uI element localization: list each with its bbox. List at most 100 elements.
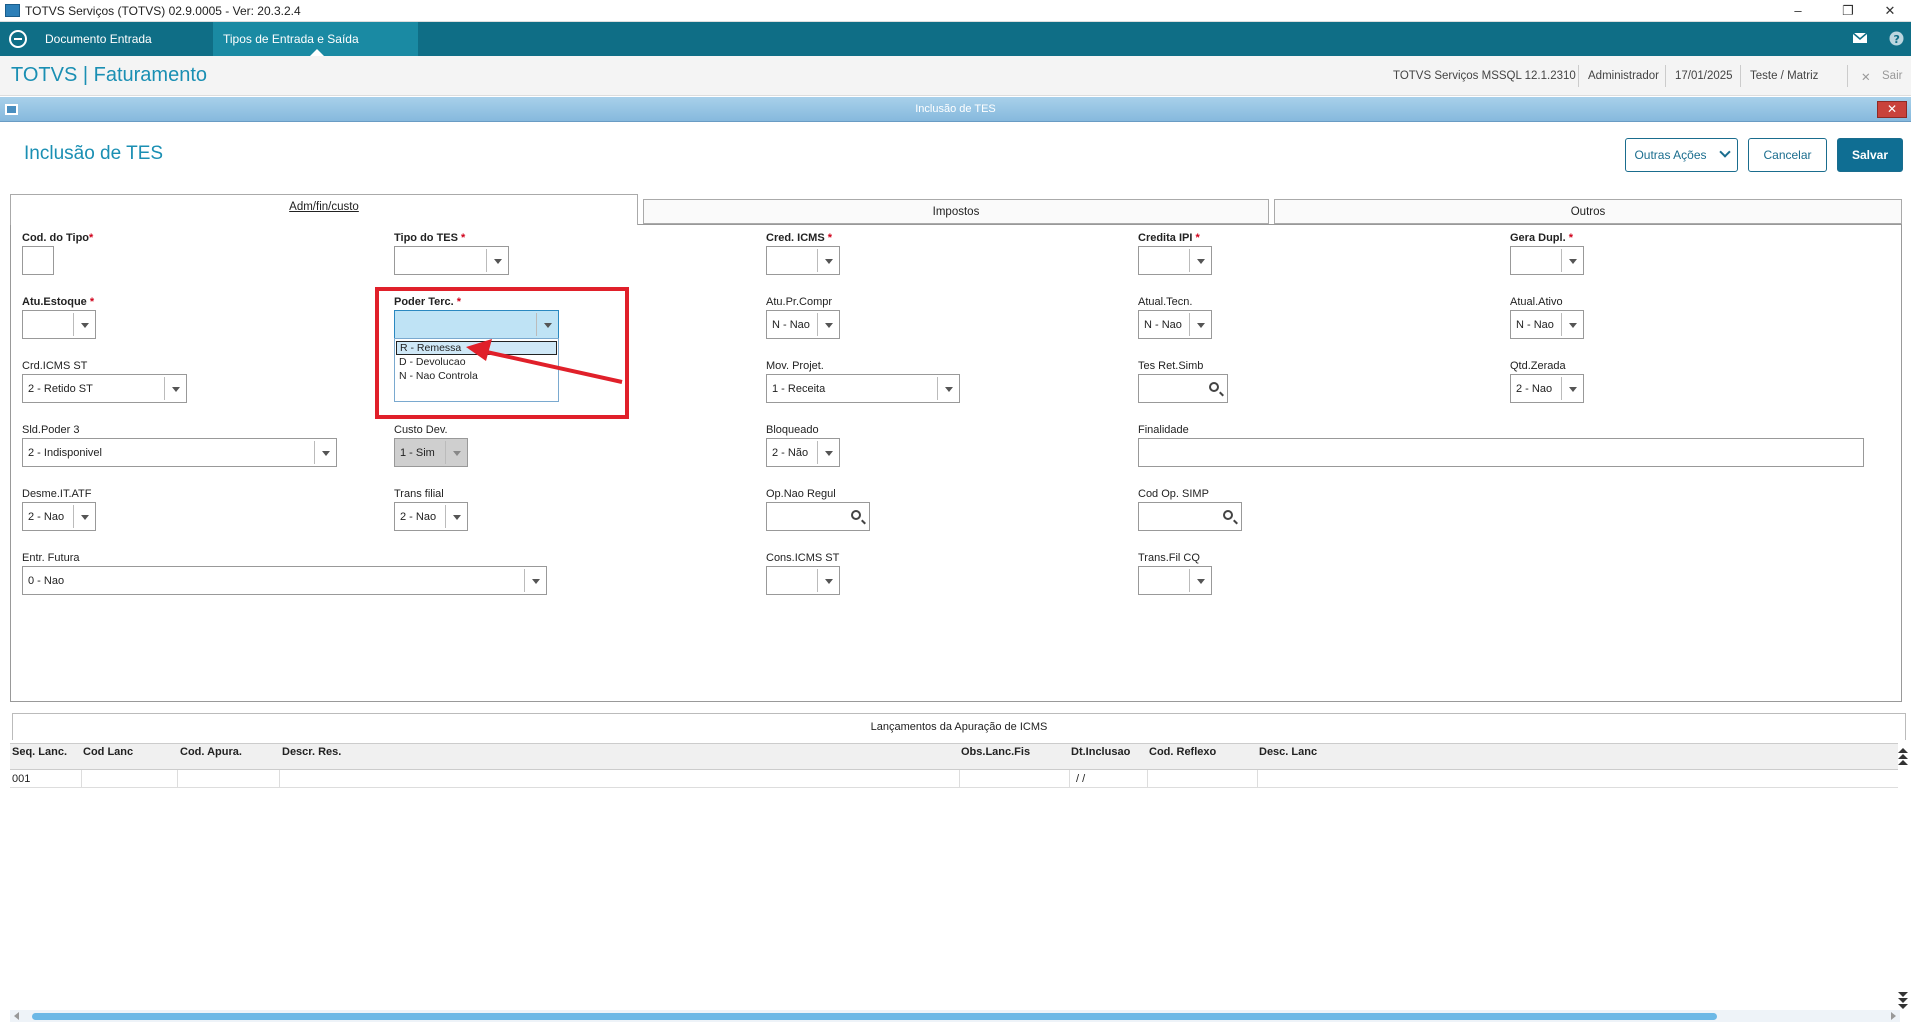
scroll-left-icon[interactable] [14,1012,19,1020]
op-nao-regul-input[interactable] [766,502,870,531]
cell-obs-lanc-fis[interactable] [960,770,1070,788]
help-icon[interactable]: ? [1889,31,1904,46]
tab-label: Adm/fin/custo [289,201,359,213]
cell-seq-lanc[interactable]: 001 [10,770,82,788]
save-button[interactable]: Salvar [1837,138,1903,172]
cod-tipo-input[interactable] [22,246,54,275]
col-desc-lanc[interactable]: Desc. Lanc [1259,746,1317,758]
credita-ipi-label: Credita IPI * [1138,232,1200,244]
cell-cod-lanc[interactable] [82,770,178,788]
exit-link[interactable]: Sair [1882,70,1902,82]
scroll-right-icon[interactable] [1891,1012,1896,1020]
dropdown-arrow-icon [486,249,508,272]
window-close-button[interactable]: ✕ [1868,1,1911,21]
dropdown-arrow-icon [817,569,839,592]
cell-descr-res[interactable] [280,770,960,788]
scroll-bottom-icon[interactable] [1898,991,1908,1011]
credita-ipi-select[interactable] [1138,246,1212,275]
col-descr-res[interactable]: Descr. Res. [282,746,341,758]
desme-it-atf-select[interactable]: 2 - Nao [22,502,96,531]
cell-cod-reflexo[interactable] [1148,770,1258,788]
mov-projet-select[interactable]: 1 - Receita [766,374,960,403]
cred-icms-label: Cred. ICMS * [766,232,833,244]
col-dt-inclusao[interactable]: Dt.Inclusao [1071,746,1130,758]
cell-dt-inclusao[interactable]: / / [1070,770,1148,788]
tes-ret-simb-input[interactable] [1138,374,1228,403]
dropdown-arrow-icon [817,313,839,336]
other-actions-label: Outras Ações [1634,148,1707,162]
svg-text:?: ? [1894,33,1900,46]
trans-filial-select[interactable]: 2 - Nao [394,502,468,531]
atu-pr-compr-select[interactable]: N - Nao [766,310,840,339]
dialog-close-button[interactable]: ✕ [1877,101,1907,118]
table-row[interactable]: 001 / / [10,770,1898,788]
user-info: Administrador [1588,70,1659,82]
cod-op-simp-input[interactable] [1138,502,1242,531]
branch-info: Teste / Matriz [1750,70,1819,82]
tipo-tes-select[interactable] [394,246,509,275]
tab-impostos[interactable]: Impostos [643,199,1269,224]
tab-outros[interactable]: Outros [1274,199,1902,224]
bloqueado-select[interactable]: 2 - Não [766,438,840,467]
col-obs-lanc-fis[interactable]: Obs.Lanc.Fis [961,746,1030,758]
grid-header: Seq. Lanc. Cod Lanc Cod. Apura. Descr. R… [10,743,1898,770]
finalidade-input[interactable] [1138,438,1864,467]
cons-icms-st-select[interactable] [766,566,840,595]
custo-dev-select: 1 - Sim [394,438,468,467]
dropdown-arrow-icon [524,569,546,592]
crd-icms-st-select[interactable]: 2 - Retido ST [22,374,187,403]
atu-pr-compr-label: Atu.Pr.Compr [766,296,833,308]
cons-icms-st-label: Cons.ICMS ST [766,552,840,564]
atual-tecn-select[interactable]: N - Nao [1138,310,1212,339]
horizontal-scrollbar[interactable] [10,1010,1900,1022]
atual-ativo-select[interactable]: N - Nao [1510,310,1584,339]
minimize-button[interactable]: – [1776,1,1820,21]
app-icon [5,4,20,17]
cod-tipo-label: Cod. do Tipo* [22,232,94,244]
atu-estoque-select[interactable] [22,310,96,339]
other-actions-button[interactable]: Outras Ações [1625,138,1738,172]
module-brand: TOTVS | Faturamento [11,64,208,86]
dialog-title: Inclusão de TES [915,103,996,115]
scroll-top-icon[interactable] [1898,748,1908,768]
gera-dupl-label: Gera Dupl. * [1510,232,1573,244]
search-icon[interactable] [1209,382,1219,392]
search-icon[interactable] [1223,510,1233,520]
tipo-tes-label: Tipo do TES * [394,232,466,244]
dropdown-arrow-icon [817,249,839,272]
vertical-scrollbar[interactable] [1897,743,1909,1013]
cod-op-simp-label: Cod Op. SIMP [1138,488,1209,500]
dropdown-arrow-icon [1561,313,1583,336]
dropdown-arrow-icon [1189,249,1211,272]
trans-fil-cq-select[interactable] [1138,566,1212,595]
tes-ret-simb-label: Tes Ret.Simb [1138,360,1204,372]
tab-label: Impostos [932,206,980,218]
cell-cod-apura[interactable] [178,770,280,788]
op-nao-regul-label: Op.Nao Regul [766,488,836,500]
col-cod-apura[interactable]: Cod. Apura. [180,746,242,758]
tab-tipos-entrada-saida[interactable]: Tipos de Entrada e Saída [02.9.0005]× [213,22,418,80]
cred-icms-select[interactable] [766,246,840,275]
entr-futura-select[interactable]: 0 - Nao [22,566,547,595]
totvs-logo-icon[interactable] [9,30,27,48]
scrollbar-thumb[interactable] [32,1013,1717,1020]
mail-icon[interactable] [1852,32,1868,44]
atu-estoque-label: Atu.Estoque * [22,296,95,308]
qtd-zerada-select[interactable]: 2 - Nao [1510,374,1584,403]
tab-documento-entrada[interactable]: Documento Entrada [02.9.0005]× [35,22,213,80]
search-icon[interactable] [851,510,861,520]
dropdown-arrow-icon [73,505,95,528]
window-title-bar: TOTVS Serviços (TOTVS) 02.9.0005 - Ver: … [0,0,1911,22]
cell-desc-lanc[interactable] [1258,770,1898,788]
cancel-button[interactable]: Cancelar [1748,138,1827,172]
col-seq-lanc[interactable]: Seq. Lanc. [12,746,67,758]
restore-button[interactable]: ❐ [1826,1,1870,21]
tab-adm-fin-custo[interactable]: Adm/fin/custo [10,194,638,225]
sld-poder3-select[interactable]: 2 - Indisponivel [22,438,337,467]
atual-tecn-label: Atual.Tecn. [1138,296,1193,308]
exit-icon[interactable]: ✕ [1861,70,1871,84]
col-cod-lanc[interactable]: Cod Lanc [83,746,133,758]
gera-dupl-select[interactable] [1510,246,1584,275]
grid-section-title: Lançamentos da Apuração de ICMS [12,713,1906,740]
col-cod-reflexo[interactable]: Cod. Reflexo [1149,746,1216,758]
